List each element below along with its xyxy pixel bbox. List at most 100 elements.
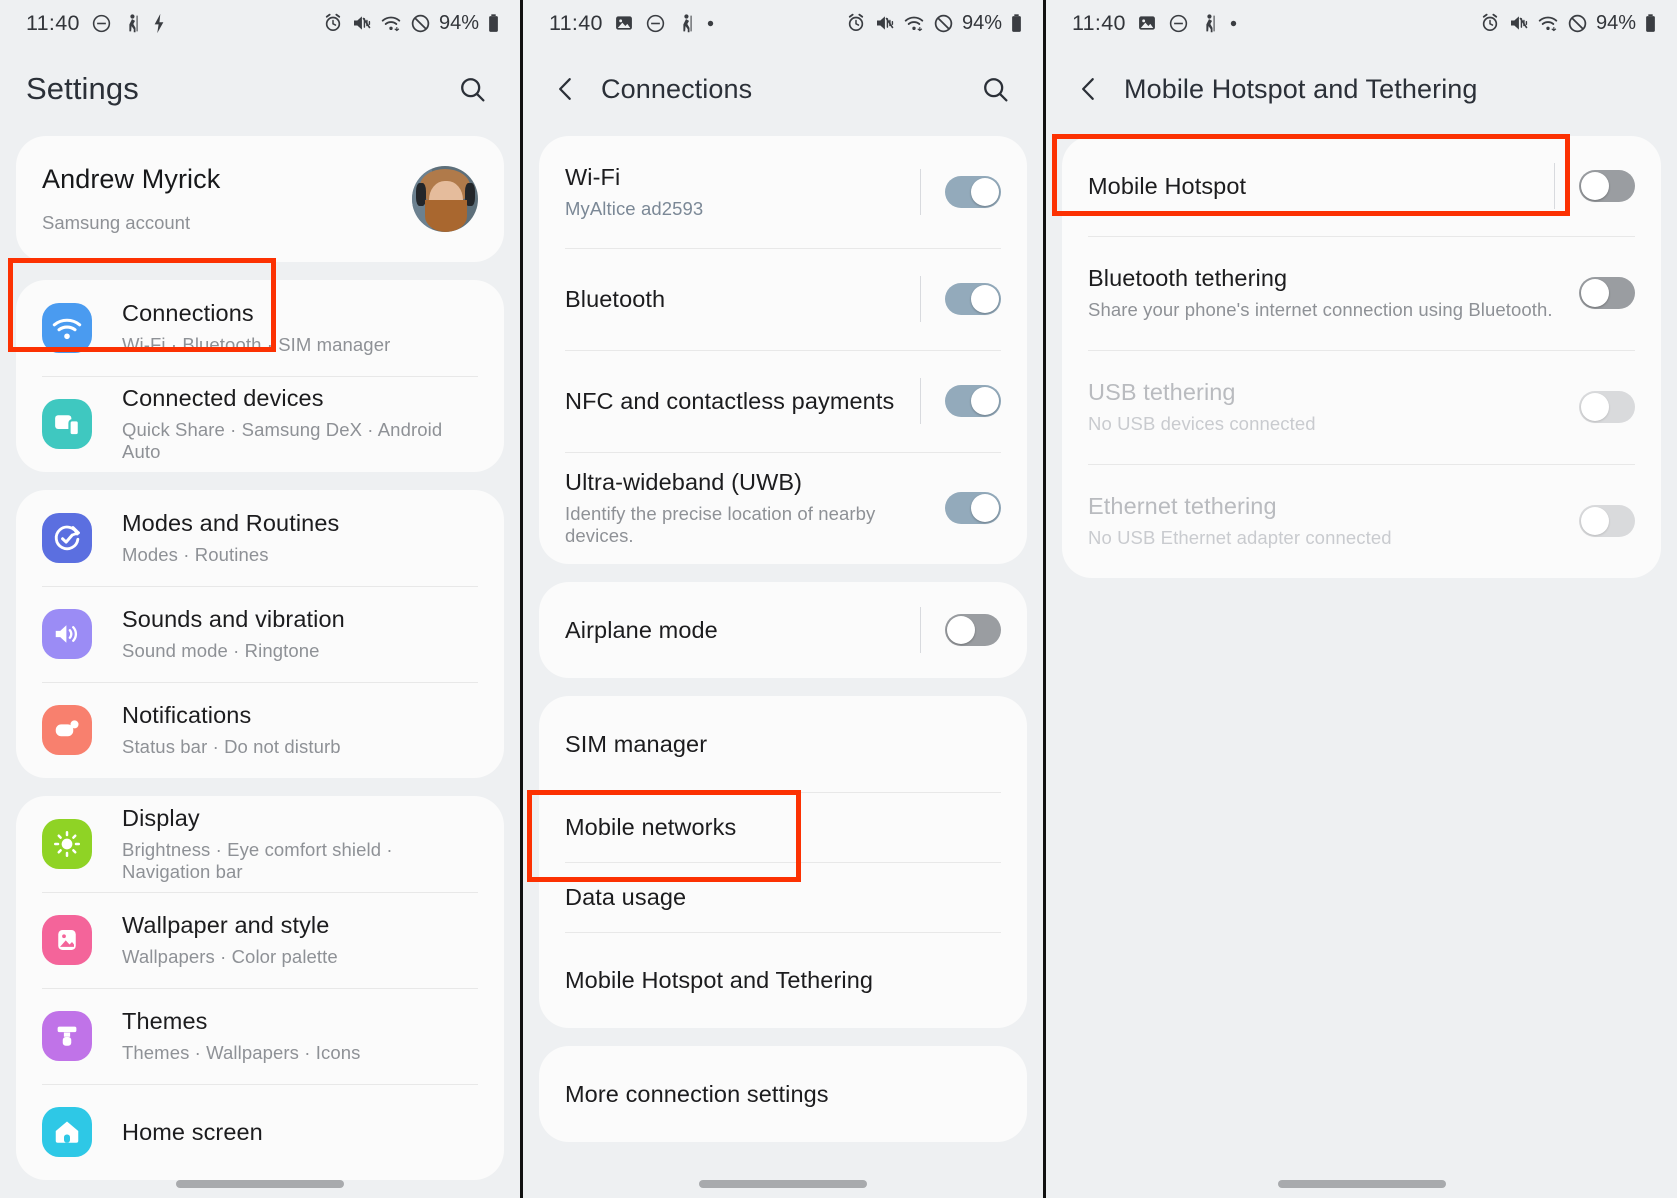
list-item-more-connection-settings[interactable]: More connection settings xyxy=(539,1046,1027,1142)
sounds-text: Sounds and vibration Sound mode · Ringto… xyxy=(122,606,478,662)
avatar[interactable] xyxy=(412,166,478,232)
list-item-title: Sounds and vibration xyxy=(122,606,478,633)
connections-scroll-area[interactable]: Wi-Fi MyAltice ad2593 Bluetooth xyxy=(523,132,1043,1198)
uwb-text: Ultra-wideband (UWB) Identify the precis… xyxy=(565,469,927,547)
gesture-bar[interactable] xyxy=(523,1180,1043,1188)
profile-text: Andrew Myrick Samsung account xyxy=(42,164,398,234)
connections-app-bar: Connections xyxy=(523,46,1043,132)
row-divider xyxy=(1088,350,1635,351)
list-item-uwb[interactable]: Ultra-wideband (UWB) Identify the precis… xyxy=(539,452,1027,564)
more-connection-text: More connection settings xyxy=(565,1081,1001,1108)
wallpaper-text: Wallpaper and style Wallpapers · Color p… xyxy=(122,912,478,968)
list-item-airplane-mode[interactable]: Airplane mode xyxy=(539,582,1027,678)
list-item-mobile-networks[interactable]: Mobile networks xyxy=(539,792,1027,862)
list-item-subtitle: Quick Share · Samsung DeX · Android Auto xyxy=(122,419,478,463)
sidebar-item-connected-devices[interactable]: Connected devices Quick Share · Samsung … xyxy=(16,376,504,472)
airplane-toggle-wrap[interactable] xyxy=(920,607,1001,653)
wifi-icon xyxy=(1537,13,1559,33)
list-item-title: Display xyxy=(122,805,478,832)
row-divider xyxy=(1088,464,1635,465)
samsung-account-row[interactable]: Andrew Myrick Samsung account xyxy=(16,136,504,262)
list-item-title: Airplane mode xyxy=(565,617,902,644)
list-item-subtitle: Wallpapers · Color palette xyxy=(122,946,478,968)
sidebar-item-home-screen[interactable]: Home screen xyxy=(16,1084,504,1180)
settings-group-connections: Connections Wi-Fi · Bluetooth · SIM mana… xyxy=(16,280,504,472)
profile-card[interactable]: Andrew Myrick Samsung account xyxy=(16,136,504,262)
sim-manager-text: SIM manager xyxy=(565,731,1001,758)
mute-vibrate-icon xyxy=(874,13,895,33)
bluetooth-toggle[interactable] xyxy=(945,283,1001,315)
bluetooth-tethering-toggle[interactable] xyxy=(1579,277,1635,309)
list-item-sim-manager[interactable]: SIM manager xyxy=(539,696,1027,792)
list-item-bluetooth[interactable]: Bluetooth xyxy=(539,248,1027,350)
row-divider xyxy=(42,682,478,683)
dot-icon xyxy=(706,19,715,28)
list-item-usb-tethering: USB tethering No USB devices connected xyxy=(1062,350,1661,464)
list-item-subtitle: Share your phone's internet connection u… xyxy=(1088,299,1561,321)
sidebar-item-connections[interactable]: Connections Wi-Fi · Bluetooth · SIM mana… xyxy=(16,280,504,376)
list-item-data-usage[interactable]: Data usage xyxy=(539,862,1027,932)
hotspot-scroll-area[interactable]: Mobile Hotspot Bluetooth tethering Share… xyxy=(1046,132,1677,1198)
profile-name: Andrew Myrick xyxy=(42,164,398,195)
back-arrow-icon[interactable] xyxy=(1068,68,1110,110)
list-item-title: Bluetooth tethering xyxy=(1088,265,1561,292)
list-item-wifi[interactable]: Wi-Fi MyAltice ad2593 xyxy=(539,136,1027,248)
search-icon[interactable] xyxy=(973,67,1017,111)
list-item-mobile-hotspot-and-tethering[interactable]: Mobile Hotspot and Tethering xyxy=(539,932,1027,1028)
list-item-title: Wallpaper and style xyxy=(122,912,478,939)
list-item-nfc[interactable]: NFC and contactless payments xyxy=(539,350,1027,452)
sidebar-item-themes[interactable]: Themes Themes · Wallpapers · Icons xyxy=(16,988,504,1084)
nfc-toggle[interactable] xyxy=(945,385,1001,417)
row-divider xyxy=(565,452,1001,453)
list-item-bluetooth-tethering[interactable]: Bluetooth tethering Share your phone's i… xyxy=(1062,236,1661,350)
dot-icon xyxy=(1229,19,1238,28)
row-divider xyxy=(42,376,478,377)
uwb-toggle-wrap[interactable] xyxy=(945,492,1001,524)
mobile-hotspot-toggle-wrap[interactable] xyxy=(1554,163,1635,209)
battery-percent: 94% xyxy=(962,12,1002,35)
gesture-bar[interactable] xyxy=(1046,1180,1677,1188)
profile-subtitle: Samsung account xyxy=(42,212,398,234)
list-item-mobile-hotspot[interactable]: Mobile Hotspot xyxy=(1062,136,1661,236)
list-item-title: USB tethering xyxy=(1088,379,1561,406)
sidebar-item-sounds-and-vibration[interactable]: Sounds and vibration Sound mode · Ringto… xyxy=(16,586,504,682)
status-time: 11:40 xyxy=(549,11,603,36)
notifications-text: Notifications Status bar · Do not distur… xyxy=(122,702,478,758)
search-icon[interactable] xyxy=(450,67,494,111)
settings-scroll-area[interactable]: Andrew Myrick Samsung account Connection… xyxy=(0,132,520,1198)
wifi-icon xyxy=(42,303,92,353)
uwb-toggle[interactable] xyxy=(945,492,1001,524)
ethernet-tethering-toggle xyxy=(1579,505,1635,537)
status-time: 11:40 xyxy=(26,11,80,36)
wifi-toggle-wrap[interactable] xyxy=(920,169,1001,215)
mobile-hotspot-toggle[interactable] xyxy=(1579,170,1635,202)
status-bar-right: 94% xyxy=(323,12,500,35)
status-bar-left: 11:40 xyxy=(26,11,166,36)
list-item-subtitle: Themes · Wallpapers · Icons xyxy=(122,1042,478,1064)
hotspot-app-bar: Mobile Hotspot and Tethering xyxy=(1046,46,1677,132)
mute-vibrate-icon xyxy=(351,13,372,33)
sidebar-item-display[interactable]: Display Brightness · Eye comfort shield … xyxy=(16,796,504,892)
mobile-hotspot-text: Mobile Hotspot xyxy=(1088,173,1536,200)
airplane-toggle[interactable] xyxy=(945,614,1001,646)
brightness-icon xyxy=(42,819,92,869)
sidebar-item-modes-and-routines[interactable]: Modes and Routines Modes · Routines xyxy=(16,490,504,586)
bluetooth-tethering-toggle-wrap[interactable] xyxy=(1579,277,1635,309)
sidebar-item-notifications[interactable]: Notifications Status bar · Do not distur… xyxy=(16,682,504,778)
list-item-title: Ultra-wideband (UWB) xyxy=(565,469,927,496)
back-arrow-icon[interactable] xyxy=(545,68,587,110)
status-bar-right: 94% xyxy=(1480,12,1657,35)
wifi-text: Wi-Fi MyAltice ad2593 xyxy=(565,164,902,220)
mute-vibrate-icon xyxy=(1508,13,1529,33)
nfc-toggle-wrap[interactable] xyxy=(920,378,1001,424)
bluetooth-toggle-wrap[interactable] xyxy=(920,276,1001,322)
home-screen-text: Home screen xyxy=(122,1119,478,1146)
row-divider xyxy=(565,932,1001,933)
status-bar-left: 11:40 xyxy=(549,11,715,36)
list-item-subtitle: MyAltice ad2593 xyxy=(565,198,902,220)
page-title: Settings xyxy=(26,71,139,107)
wifi-toggle[interactable] xyxy=(945,176,1001,208)
battery-percent: 94% xyxy=(1596,12,1636,35)
gesture-bar[interactable] xyxy=(0,1180,520,1188)
sidebar-item-wallpaper-and-style[interactable]: Wallpaper and style Wallpapers · Color p… xyxy=(16,892,504,988)
